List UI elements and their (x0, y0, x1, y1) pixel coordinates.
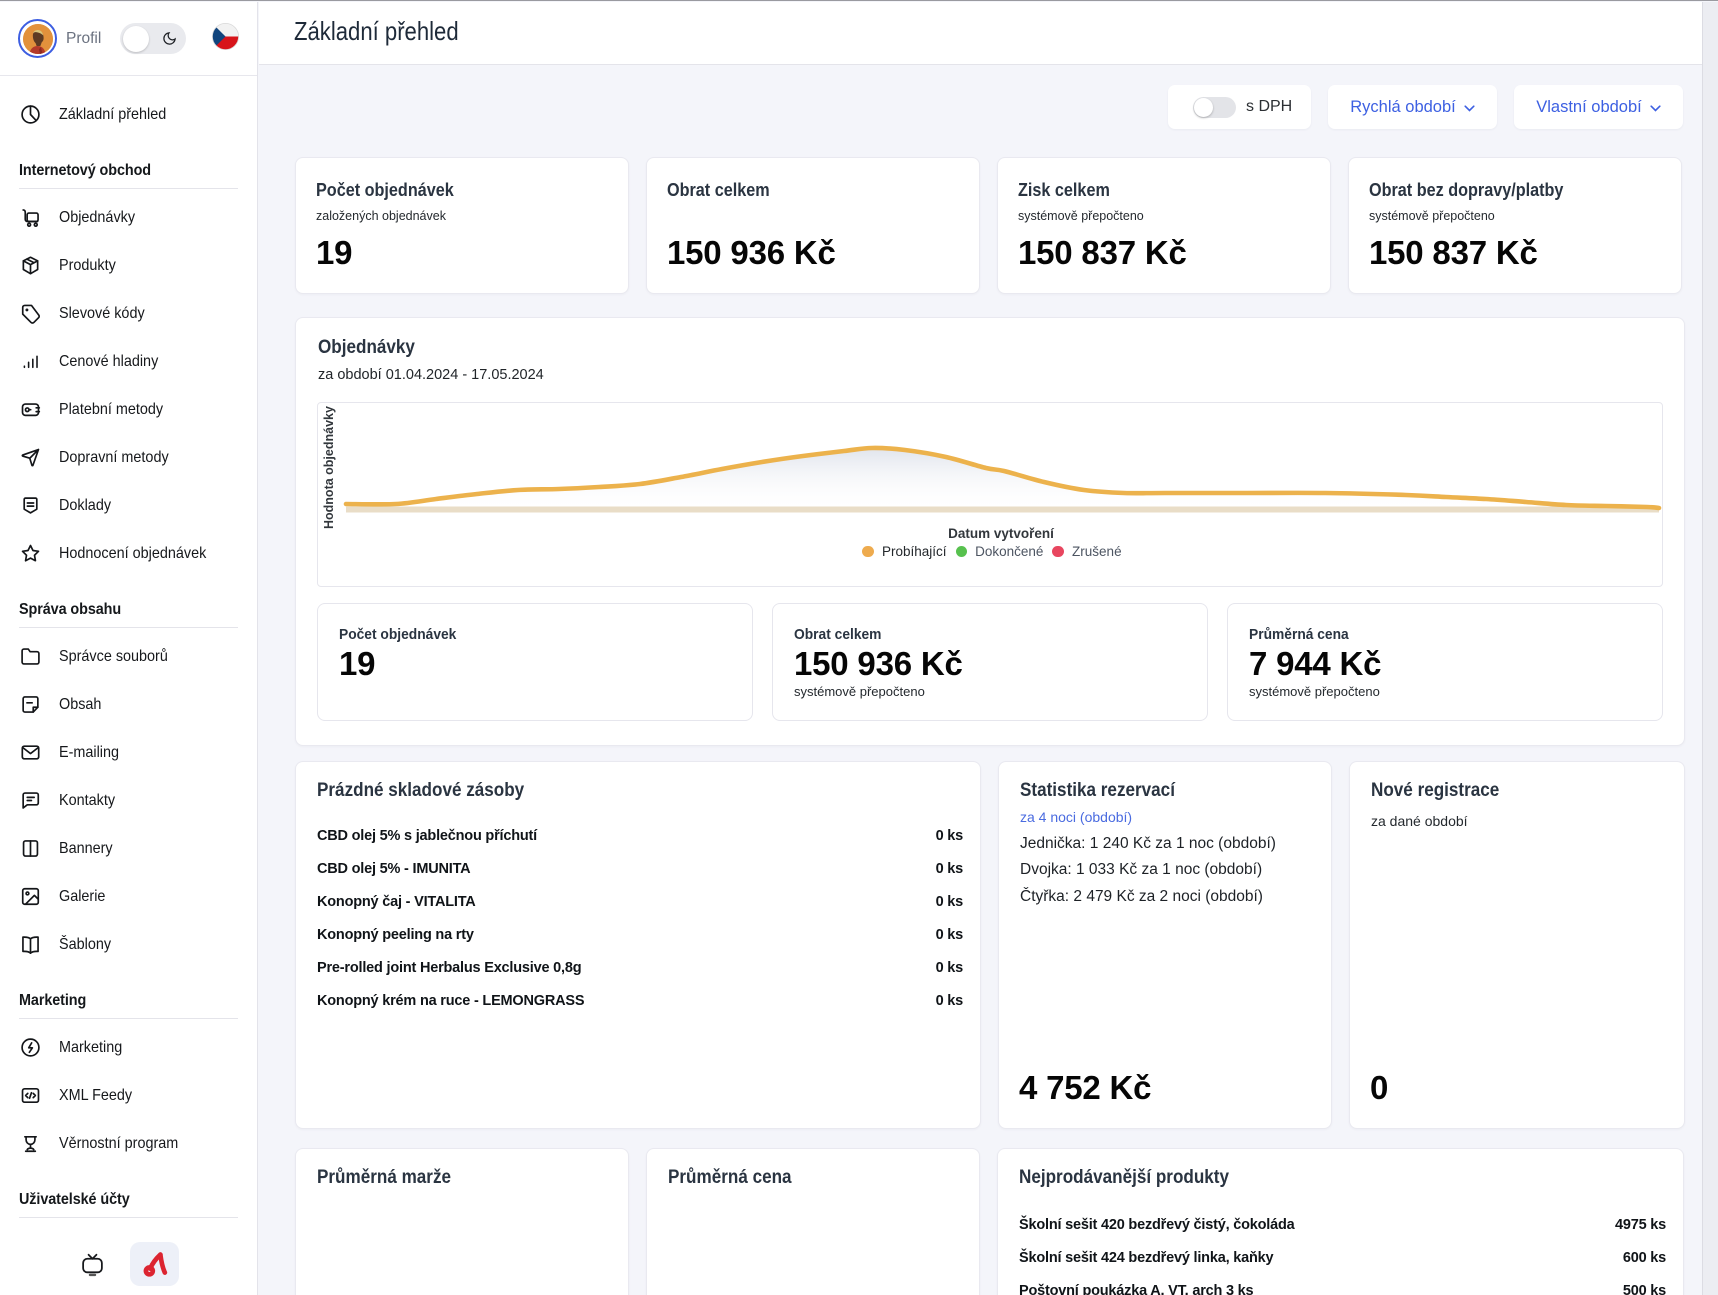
svg-text:Hodnota objednávky: Hodnota objednávky (322, 406, 336, 529)
svg-text:Datum vytvoření: Datum vytvoření (948, 526, 1055, 541)
